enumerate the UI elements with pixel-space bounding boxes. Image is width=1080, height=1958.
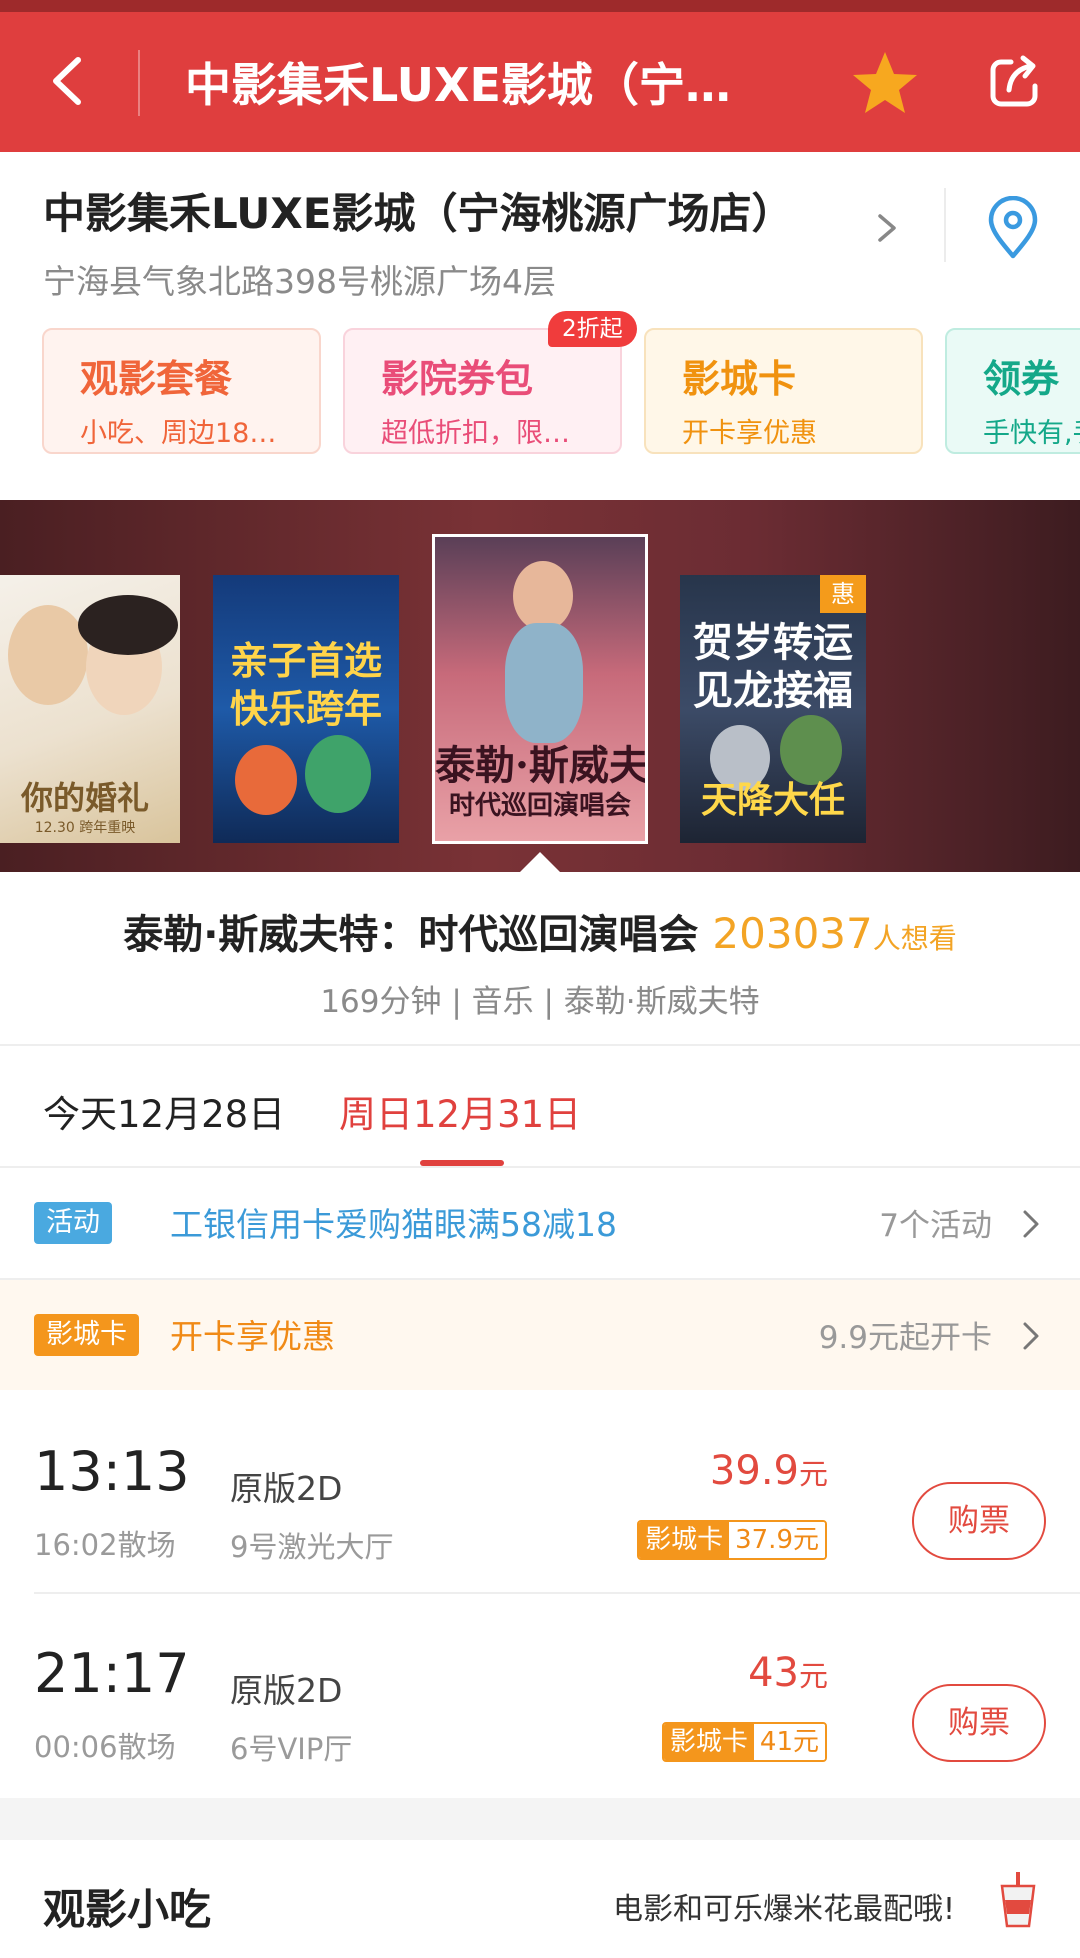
showtime-row[interactable]: 21:17 00:06散场 原版2D 6号VIP厅 43元 影城卡 41元 购票 [0,1612,1080,1812]
showtime-row[interactable]: 13:13 16:02散场 原版2D 9号激光大厅 39.9元 影城卡 37.9… [0,1410,1080,1610]
card-price-label: 影城卡 [639,1522,730,1558]
card-meal-package[interactable]: 观影套餐 小吃、周边18… [42,328,321,454]
divider [944,188,946,262]
card-subtitle: 手快有,手… [983,418,1080,449]
tab-date-selected[interactable]: 周日12月31日 [339,1084,581,1138]
poster-subtitle: 时代巡回演唱会 [448,791,631,821]
poster-title: 泰勒·斯威夫特 [435,742,648,789]
version: 原版2D [230,1469,343,1508]
star-icon[interactable] [850,48,920,118]
movie-meta: 169分钟 | 音乐 | 泰勒·斯威夫特 [320,984,760,1020]
activity-text: 工银信用卡爱购猫眼满58减18 [170,1205,617,1244]
header-divider [138,50,140,116]
price-value: 39.9 [709,1448,799,1494]
poster-kids[interactable]: 亲子首选 快乐跨年 [213,575,399,843]
hall-name: 9号激光大厅 [230,1530,394,1564]
hall-name: 6号VIP厅 [230,1732,353,1766]
cinema-card-text: 开卡享优惠 [170,1317,335,1356]
card-title: 影城卡 [682,357,797,401]
card-cinema-card[interactable]: 影城卡 开卡享优惠 [644,328,923,454]
card-subtitle: 开卡享优惠 [682,418,817,449]
card-price-badge: 影城卡 41元 [661,1722,827,1762]
poster-figure [305,735,371,813]
section-gap [0,1798,1080,1840]
chevron-right-icon [1023,1210,1039,1238]
price: 43元 [748,1650,828,1696]
card-price-value: 41元 [753,1724,825,1760]
card-price-value: 37.9元 [729,1522,825,1558]
price-unit: 元 [798,1457,828,1491]
chevron-right-icon[interactable] [872,208,902,248]
card-title: 领券 [983,357,1060,401]
poster-date: 12.30 跨年重映 [34,820,136,836]
top-bar: 中影集禾LUXE影城（宁… [0,12,1080,152]
poster-wedding[interactable]: 你的婚礼 12.30 跨年重映 [0,575,180,843]
poster-figure [8,605,88,705]
cinema-name[interactable]: 中影集禾LUXE影城（宁海桃源广场店） [43,180,863,241]
movie-title: 泰勒·斯威夫特：时代巡回演唱会 [123,912,699,958]
end-time: 16:02散场 [34,1528,176,1562]
poster-taylor-swift[interactable]: 泰勒·斯威夫特 时代巡回演唱会 [432,534,648,844]
poster-figure [513,561,573,631]
buy-ticket-button[interactable]: 购票 [912,1684,1046,1762]
page-title: 中影集禾LUXE影城（宁… [185,58,731,112]
start-time: 13:13 [34,1440,190,1503]
snack-section-subtitle: 电影和可乐爆米花最配哦! [612,1892,955,1927]
cola-cup-icon [1000,1872,1036,1928]
discount-badge: 惠 [820,575,866,613]
poster-carousel[interactable]: 你的婚礼 12.30 跨年重映 亲子首选 快乐跨年 泰勒·斯威夫特 时代巡回演唱… [0,500,1080,872]
movie-title-line[interactable]: 泰勒·斯威夫特：时代巡回演唱会 203037人想看 [0,902,1080,960]
poster-figure [235,745,297,815]
poster-title: 贺岁转运 见龙接福 [693,619,853,714]
activity-row[interactable]: 活动 工银信用卡爱购猫眼满58减18 7个活动 [0,1168,1080,1278]
card-subtitle: 超低折扣，限… [381,418,570,449]
divider [0,1044,1080,1046]
end-time: 00:06散场 [34,1730,176,1764]
cinema-card-row[interactable]: 影城卡 开卡享优惠 9.9元起开卡 [0,1280,1080,1390]
cinema-card-price: 9.9元起开卡 [818,1320,992,1356]
discount-badge: 2折起 [548,311,637,347]
card-title: 观影套餐 [80,357,233,401]
poster-figure [505,623,583,743]
tab-date-today[interactable]: 今天12月28日 [43,1084,285,1138]
share-icon[interactable] [985,52,1045,112]
poster-title: 你的婚礼 [20,779,149,817]
card-price-label: 影城卡 [663,1724,754,1760]
carousel-indicator [520,852,560,872]
card-get-coupon[interactable]: 领券 手快有,手… [945,328,1080,454]
poster-figure [78,595,178,655]
price-value: 43 [748,1650,799,1696]
status-strip [0,0,1080,12]
map-pin-icon[interactable] [985,196,1041,260]
buy-ticket-button[interactable]: 购票 [912,1482,1046,1560]
poster-dragon[interactable]: 贺岁转运 见龙接福 天降大任 惠 [680,575,866,843]
want-label: 人想看 [872,922,957,955]
cinema-address: 宁海县气象北路398号桃源广场4层 [43,262,556,301]
price-unit: 元 [798,1659,828,1693]
poster-title: 亲子首选 快乐跨年 [229,638,382,731]
card-subtitle: 小吃、周边18… [80,418,277,449]
card-price-badge: 影城卡 37.9元 [637,1520,827,1560]
divider [34,1592,1080,1594]
cinema-card-tag: 影城卡 [34,1314,139,1356]
back-icon[interactable] [40,46,100,116]
poster-subtitle: 天降大任 [700,779,845,821]
version: 原版2D [230,1671,343,1710]
start-time: 21:17 [34,1642,190,1705]
snack-section-title: 观影小吃 [43,1885,212,1934]
card-title: 影院券包 [381,357,534,401]
want-count: 203037 [712,909,873,958]
activity-tag: 活动 [34,1202,112,1244]
chevron-right-icon [1023,1322,1039,1350]
activity-count: 7个活动 [879,1208,992,1244]
price: 39.9元 [710,1448,828,1494]
